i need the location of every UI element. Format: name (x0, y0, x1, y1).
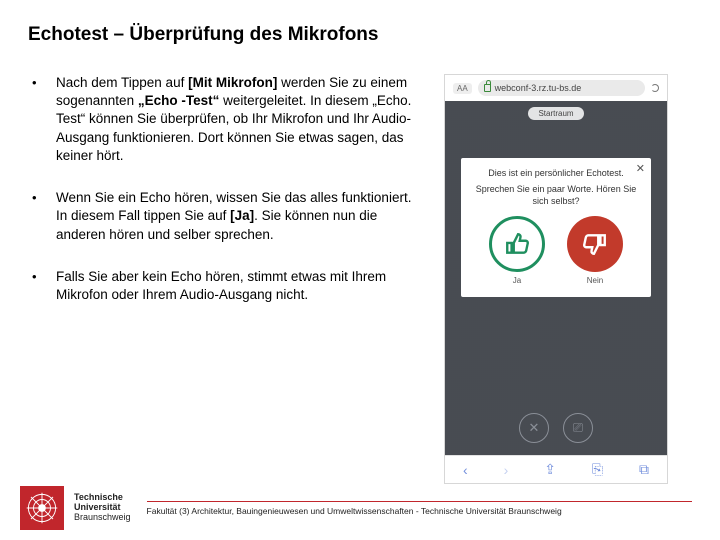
footer-text: Fakultät (3) Architektur, Bauingenieuwes… (147, 506, 720, 516)
url-text: webconf-3.rz.tu-bs.de (495, 83, 582, 93)
browser-address-bar: AA webconf-3.rz.tu-bs.de (445, 75, 667, 101)
phone-mockup: AA webconf-3.rz.tu-bs.de Startraum ✕ Die… (444, 74, 668, 484)
modal-text: sich selbst? (469, 196, 643, 206)
browser-bottom-nav: ‹ › ⇪ ⎘ ⧉ (445, 455, 667, 483)
mute-button[interactable]: ✕ (519, 413, 549, 443)
text-column: Nach dem Tippen auf [Mit Mikrofon] werde… (28, 74, 426, 484)
content-row: Nach dem Tippen auf [Mit Mikrofon] werde… (28, 74, 692, 484)
nav-forward-icon[interactable]: › (504, 462, 509, 478)
text: Nach dem Tippen auf (56, 75, 188, 90)
university-logo (20, 486, 64, 530)
nav-bookmarks-icon[interactable]: ⎘ (592, 461, 603, 478)
university-name: Technische Universität Braunschweig (74, 493, 131, 523)
close-icon[interactable]: ✕ (636, 162, 645, 175)
footer: Technische Universität Braunschweig Faku… (0, 486, 720, 530)
reload-icon[interactable] (651, 84, 659, 92)
text: Falls Sie aber kein Echo hören, stimmt e… (56, 269, 386, 302)
no-choice[interactable]: Nein (567, 216, 623, 285)
app-body: Startraum ✕ Dies ist ein persönlicher Ec… (445, 101, 667, 455)
modal-text: Sprechen Sie ein paar Worte. Hören Sie (469, 184, 643, 194)
yes-choice[interactable]: Ja (489, 216, 545, 285)
bullet-list: Nach dem Tippen auf [Mit Mikrofon] werde… (28, 74, 426, 304)
footer-line: Fakultät (3) Architektur, Bauingenieuwes… (147, 501, 720, 516)
text-size-control[interactable]: AA (453, 83, 472, 94)
choice-row: Ja Nein (469, 216, 643, 285)
thumbs-down-icon (567, 216, 623, 272)
text-bold: [Ja] (230, 208, 254, 223)
list-item: Nach dem Tippen auf [Mit Mikrofon] werde… (28, 74, 426, 165)
nav-tabs-icon[interactable]: ⧉ (639, 461, 649, 478)
list-item: Falls Sie aber kein Echo hören, stimmt e… (28, 268, 426, 304)
list-item: Wenn Sie ein Echo hören, wissen Sie das … (28, 189, 426, 244)
yes-label: Ja (513, 276, 521, 285)
no-label: Nein (587, 276, 603, 285)
lock-icon (484, 84, 491, 92)
url-field[interactable]: webconf-3.rz.tu-bs.de (478, 80, 645, 96)
room-chip: Startraum (528, 107, 583, 120)
echo-test-modal: ✕ Dies ist ein persönlicher Echotest. Sp… (461, 158, 651, 297)
screen-button[interactable]: ⎚ (563, 413, 593, 443)
thumbs-up-icon (489, 216, 545, 272)
text-bold: [Mit Mikrofon] (188, 75, 277, 90)
modal-title: Dies ist ein persönlicher Echotest. (469, 168, 643, 178)
nav-share-icon[interactable]: ⇪ (544, 461, 556, 478)
page-title: Echotest – Überprüfung des Mikrofons (28, 24, 692, 46)
bottom-controls: ✕ ⎚ (445, 413, 667, 443)
nav-back-icon[interactable]: ‹ (463, 462, 468, 478)
text-bold: „Echo -Test“ (138, 93, 220, 108)
